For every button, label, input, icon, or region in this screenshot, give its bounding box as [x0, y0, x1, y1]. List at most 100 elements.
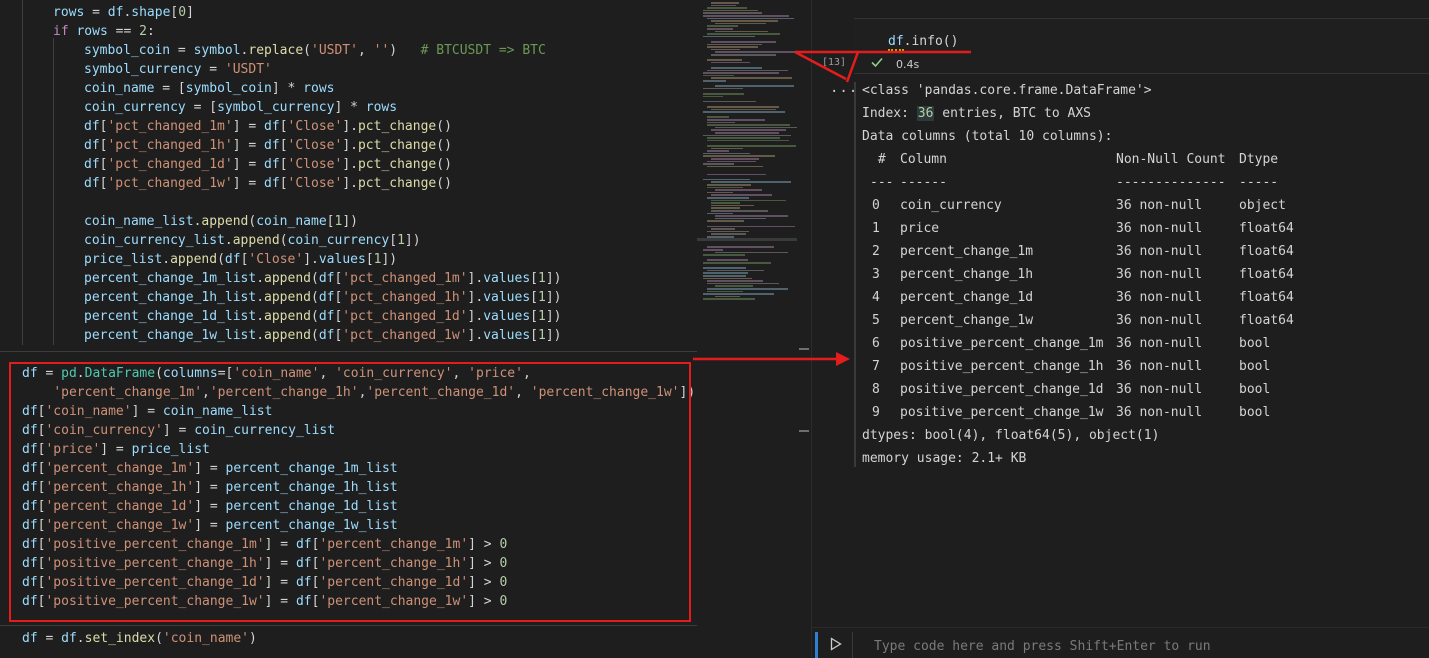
- minimap-line: [703, 272, 748, 274]
- code-input[interactable]: [872, 634, 1396, 658]
- code-line: rows = df.shape[0]: [53, 5, 194, 20]
- output-index-line: Index: 36 entries, BTC to AXS: [862, 106, 1091, 121]
- minimap-line: [711, 54, 776, 56]
- code-line: df['pct_changed_1w'] = df['Close'].pct_c…: [84, 176, 452, 191]
- code-line: percent_change_1w_list.append(df['pct_ch…: [84, 328, 562, 343]
- table-cell: float64: [1239, 244, 1294, 259]
- table-cell: positive_percent_change_1m: [900, 336, 1104, 351]
- minimap-line: [715, 51, 797, 53]
- minimap-line: [715, 215, 788, 217]
- output-gutter: [854, 82, 856, 467]
- divider: [852, 632, 853, 658]
- minimap-line: [711, 20, 779, 22]
- table-cell: 36 non-null: [1116, 336, 1203, 351]
- output-class-line: <class 'pandas.core.frame.DataFrame'>: [862, 83, 1152, 98]
- minimap-line: [711, 48, 741, 51]
- cell-code[interactable]: df.info(): [888, 33, 958, 51]
- minimap-line: [707, 282, 779, 285]
- minimap-line: [703, 111, 785, 113]
- minimap-line: [707, 7, 747, 9]
- minimap-line: [711, 77, 792, 79]
- minimap-line: [707, 184, 752, 186]
- run-icon[interactable]: [830, 637, 842, 651]
- minimap-line: [711, 204, 755, 207]
- table-cell: 36 non-null: [1116, 267, 1203, 282]
- scroll-marker: [799, 348, 809, 350]
- minimap-line: [715, 30, 768, 33]
- minimap-line: [707, 137, 780, 139]
- table-cell: 36 non-null: [1116, 359, 1203, 374]
- highlight-box: [9, 362, 691, 622]
- minimap-line: [715, 22, 767, 25]
- table-cell: bool: [1239, 336, 1271, 351]
- minimap-line: [711, 210, 768, 212]
- minimap-line: [715, 85, 795, 87]
- table-cell: 36 non-null: [1116, 382, 1203, 397]
- focus-accent: [815, 632, 818, 658]
- execution-count: [13]: [822, 57, 847, 68]
- minimap-line: [711, 181, 791, 183]
- minimap-line: [711, 2, 740, 4]
- table-cell: positive_percent_change_1d: [900, 382, 1104, 397]
- code-line: percent_change_1h_list.append(df['pct_ch…: [84, 290, 562, 305]
- table-cell: coin_currency: [900, 198, 1002, 213]
- minimap-line: [711, 228, 735, 230]
- minimap-line: [703, 74, 734, 77]
- minimap-line: [703, 12, 763, 14]
- minimap-viewport[interactable]: [697, 238, 797, 241]
- minimap-line: [703, 15, 789, 17]
- minimap-line: [707, 106, 779, 108]
- minimap-line: [707, 280, 764, 282]
- table-cell: positive_percent_change_1w: [900, 405, 1104, 420]
- notebook-panel[interactable]: df.info() [13] 0.4s ... <class 'pandas.c…: [812, 0, 1429, 658]
- table-cell: float64: [1239, 267, 1294, 282]
- minimap-line: [711, 4, 737, 7]
- minimap-line: [703, 249, 724, 251]
- minimap-line: [703, 152, 751, 155]
- code-editor[interactable]: rows = df.shape[0] if rows == 2: symbol_…: [0, 0, 697, 657]
- minimap-line: [707, 186, 744, 189]
- minimap-line: [703, 134, 792, 137]
- minimap-line: [703, 275, 747, 277]
- minimap-line: [711, 147, 743, 150]
- minimap-line: [707, 246, 774, 248]
- code-line: percent_change_1d_list.append(df['pct_ch…: [84, 309, 562, 324]
- table-header-cell: Dtype: [1239, 152, 1279, 167]
- minimap-line: [707, 25, 738, 27]
- minimap-line: [715, 189, 762, 191]
- table-header-cell: #: [870, 152, 886, 167]
- code-line: symbol_coin = symbol.replace('USDT', '')…: [84, 43, 546, 58]
- code-line: coin_currency = [symbol_currency] * rows: [84, 100, 398, 115]
- minimap-line: [707, 220, 745, 222]
- notebook-cell-input[interactable]: df.info(): [854, 18, 1429, 74]
- table-cell: bool: [1239, 405, 1271, 420]
- minimap-line: [711, 194, 773, 196]
- indent-guide: [22, 0, 23, 345]
- minimap-line: [703, 95, 724, 98]
- minimap-line: [715, 295, 740, 298]
- output-dtypes-line: dtypes: bool(4), float64(5), object(1): [862, 428, 1160, 443]
- minimap[interactable]: [697, 0, 797, 657]
- check-icon: [871, 57, 883, 68]
- minimap-line: [707, 124, 791, 126]
- table-cell: 2: [872, 244, 880, 259]
- minimap-line: [707, 212, 734, 215]
- table-cell: bool: [1239, 382, 1271, 397]
- table-cell: 36 non-null: [1116, 290, 1203, 305]
- output-memory-line: memory usage: 2.1+ KB: [862, 451, 1027, 466]
- execution-time: 0.4s: [896, 58, 920, 71]
- table-separator-cell: ---: [870, 175, 894, 190]
- interactive-input-bar: [812, 627, 1429, 658]
- minimap-line: [707, 121, 736, 124]
- minimap-line: [707, 17, 794, 20]
- code-line: coin_name_list.append(coin_name[1]): [84, 214, 358, 229]
- table-cell: 7: [872, 359, 880, 374]
- code-line: df['pct_changed_1h'] = df['Close'].pct_c…: [84, 138, 452, 153]
- scrollbar[interactable]: [797, 0, 812, 657]
- minimap-line: [707, 191, 734, 194]
- minimap-line: [703, 35, 755, 38]
- table-cell: 9: [872, 405, 880, 420]
- minimap-line: [715, 132, 780, 134]
- table-cell: percent_change_1d: [900, 290, 1034, 305]
- minimap-line: [707, 119, 765, 121]
